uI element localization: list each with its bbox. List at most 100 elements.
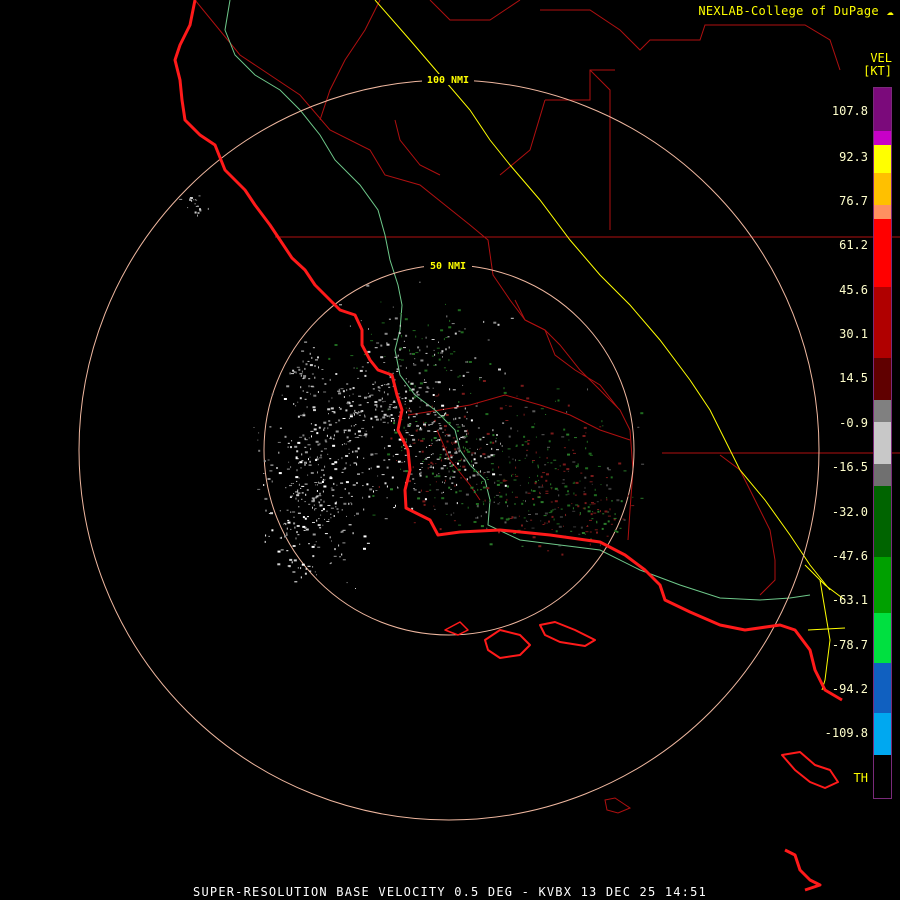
echo-pixel	[432, 466, 434, 469]
echo-pixel	[301, 485, 305, 487]
echo-pixel	[298, 506, 300, 508]
echo-pixel	[413, 364, 417, 366]
echo-pixel	[545, 479, 548, 482]
echo-pixel	[444, 476, 447, 478]
echo-pixel	[434, 401, 435, 402]
echo-pixel	[590, 513, 593, 516]
echo-pixel	[464, 430, 468, 433]
colorbar-segment	[874, 357, 891, 401]
echo-pixel	[433, 364, 437, 366]
echo-pixel	[338, 392, 342, 395]
echo-pixel	[620, 500, 623, 503]
echo-pixel	[472, 474, 476, 477]
echo-pixel	[446, 315, 448, 318]
echo-pixel	[382, 421, 386, 423]
echo-pixel	[360, 320, 362, 322]
echo-pixel	[310, 393, 311, 395]
colorbar-segment	[874, 613, 891, 664]
echo-pixel	[477, 488, 479, 491]
echo-pixel	[302, 434, 305, 437]
echo-pixel	[556, 489, 559, 491]
echo-pixel	[313, 498, 315, 501]
echo-pixel	[337, 511, 339, 514]
echo-pixel	[459, 438, 461, 440]
echo-pixel	[441, 350, 444, 353]
echo-pixel	[269, 470, 273, 472]
echo-pixel	[314, 571, 316, 573]
echo-pixel	[317, 356, 319, 359]
echo-pixel	[387, 408, 391, 410]
echo-pixel	[475, 517, 479, 519]
echo-pixel	[597, 510, 600, 513]
echo-pixel	[572, 461, 576, 463]
echo-pixel	[538, 479, 539, 481]
echo-pixel	[394, 406, 398, 409]
echo-pixel	[593, 512, 597, 514]
echo-pixel	[422, 438, 425, 440]
echo-pixel	[493, 321, 497, 324]
echo-pixel	[404, 385, 406, 387]
echo-pixel	[457, 376, 460, 378]
echo-pixel	[454, 484, 456, 487]
echo-pixel	[196, 199, 198, 201]
echo-pixel	[304, 437, 306, 440]
echo-pixel	[304, 367, 306, 370]
echo-pixel	[363, 508, 365, 511]
echo-pixel	[358, 395, 362, 397]
echo-pixel	[309, 456, 311, 458]
echo-pixel	[527, 492, 531, 494]
echo-pixel	[353, 412, 356, 414]
echo-pixel	[339, 407, 342, 410]
echo-pixel	[363, 547, 366, 550]
echo-pixel	[409, 349, 410, 352]
echo-pixel	[378, 389, 380, 391]
echo-pixel	[514, 474, 516, 476]
echo-pixel	[573, 526, 577, 528]
echo-pixel	[361, 410, 364, 412]
echo-pixel	[384, 447, 386, 450]
echo-pixel	[613, 517, 617, 519]
echo-pixel	[405, 334, 408, 337]
echo-pixel	[321, 481, 324, 483]
echo-pixel	[303, 377, 305, 379]
echo-pixel	[455, 424, 459, 426]
echo-pixel	[414, 483, 416, 484]
echo-pixel	[580, 472, 583, 474]
echo-pixel	[388, 370, 390, 372]
echo-pixel	[578, 533, 581, 535]
echo-pixel	[318, 481, 319, 484]
echo-pixel	[321, 369, 324, 370]
echo-pixel	[295, 456, 298, 459]
echo-pixel	[439, 427, 443, 430]
echo-pixel	[423, 423, 426, 426]
colorbar-tick: -94.2	[831, 682, 868, 696]
echo-pixel	[413, 488, 415, 489]
echo-pixel	[356, 436, 360, 438]
echo-pixel	[566, 411, 568, 413]
echo-pixel	[455, 491, 458, 494]
echo-pixel	[573, 452, 576, 454]
echo-pixel	[484, 457, 487, 459]
echo-pixel	[443, 367, 446, 369]
echo-pixel	[366, 483, 369, 486]
echo-pixel	[449, 462, 451, 465]
echo-pixel	[458, 524, 462, 526]
echo-pixel	[524, 457, 526, 459]
echo-pixel	[308, 378, 311, 380]
echo-pixel	[311, 356, 313, 359]
echo-pixel	[291, 373, 294, 375]
echo-pixel	[315, 541, 317, 543]
echo-pixel	[315, 440, 319, 443]
echo-pixel	[553, 518, 555, 521]
echo-pixel	[433, 411, 436, 413]
echo-pixel	[450, 513, 452, 516]
echo-pixel	[374, 401, 378, 403]
echo-pixel	[405, 378, 407, 380]
echo-pixel	[353, 425, 355, 427]
echo-pixel	[347, 401, 351, 403]
legend-header: VEL [KT]	[863, 52, 892, 78]
echo-pixel	[538, 496, 540, 498]
echo-pixel	[437, 429, 439, 431]
echo-pixel	[419, 382, 423, 385]
echo-pixel	[387, 393, 389, 396]
